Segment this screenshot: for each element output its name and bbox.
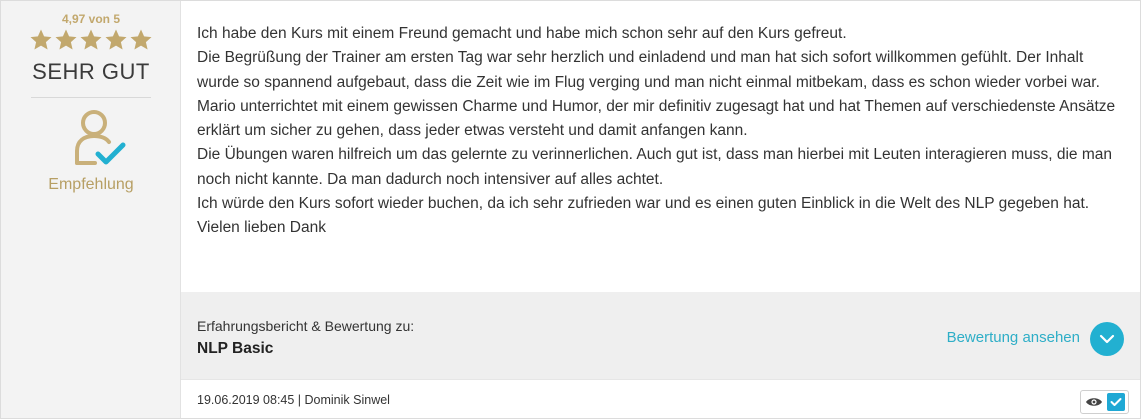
review-paragraph: Ich habe den Kurs mit einem Freund gemac… [197,25,847,42]
user-check-icon [75,110,126,165]
star-icon [105,29,127,50]
eye-icon [1086,398,1102,406]
star-icon [30,29,52,50]
review-footer: 19.06.2019 08:45 | Dominik Sinwel [181,379,1140,418]
grade-text: SEHR GUT [32,59,150,84]
view-review-link[interactable]: Bewertung ansehen [947,329,1080,346]
score-text: 4,97 von 5 [61,12,121,26]
review-card: 4,97 von 5 SEHR GUT Empfehlung Ich habe … [0,0,1141,419]
rating-panel: 4,97 von 5 SEHR GUT Empfehlung [1,1,181,418]
review-paragraph: Mario unterrichtet mit einem gewissen Ch… [197,97,1116,140]
star-icon [80,29,102,50]
review-paragraph: Die Begrüßung der Trainer am ersten Tag … [197,49,1100,91]
review-text: Ich habe den Kurs mit einem Freund gemac… [197,22,1127,241]
review-meta: 19.06.2019 08:45 | Dominik Sinwel [197,393,390,407]
review-paragraph: Ich würde den Kurs sofort wieder buchen,… [197,195,1090,237]
divider [31,97,151,98]
verified-check [1107,393,1125,411]
star-icon [55,29,77,50]
course-name: NLP Basic [197,340,274,357]
recommendation-label: Empfehlung [48,176,134,193]
star-icon [130,29,152,50]
review-paragraph: Die Übungen waren hilfreich um das geler… [197,146,1112,188]
checkmark-icon [1110,398,1122,406]
course-label: Erfahrungsbericht & Bewertung zu: [197,318,415,334]
course-section: Erfahrungsbericht & Bewertung zu: NLP Ba… [181,292,1140,379]
chevron-down-icon [1099,334,1115,344]
star-rating [29,28,153,54]
view-review-button[interactable] [1090,322,1124,356]
verification-badge[interactable] [1080,390,1129,414]
